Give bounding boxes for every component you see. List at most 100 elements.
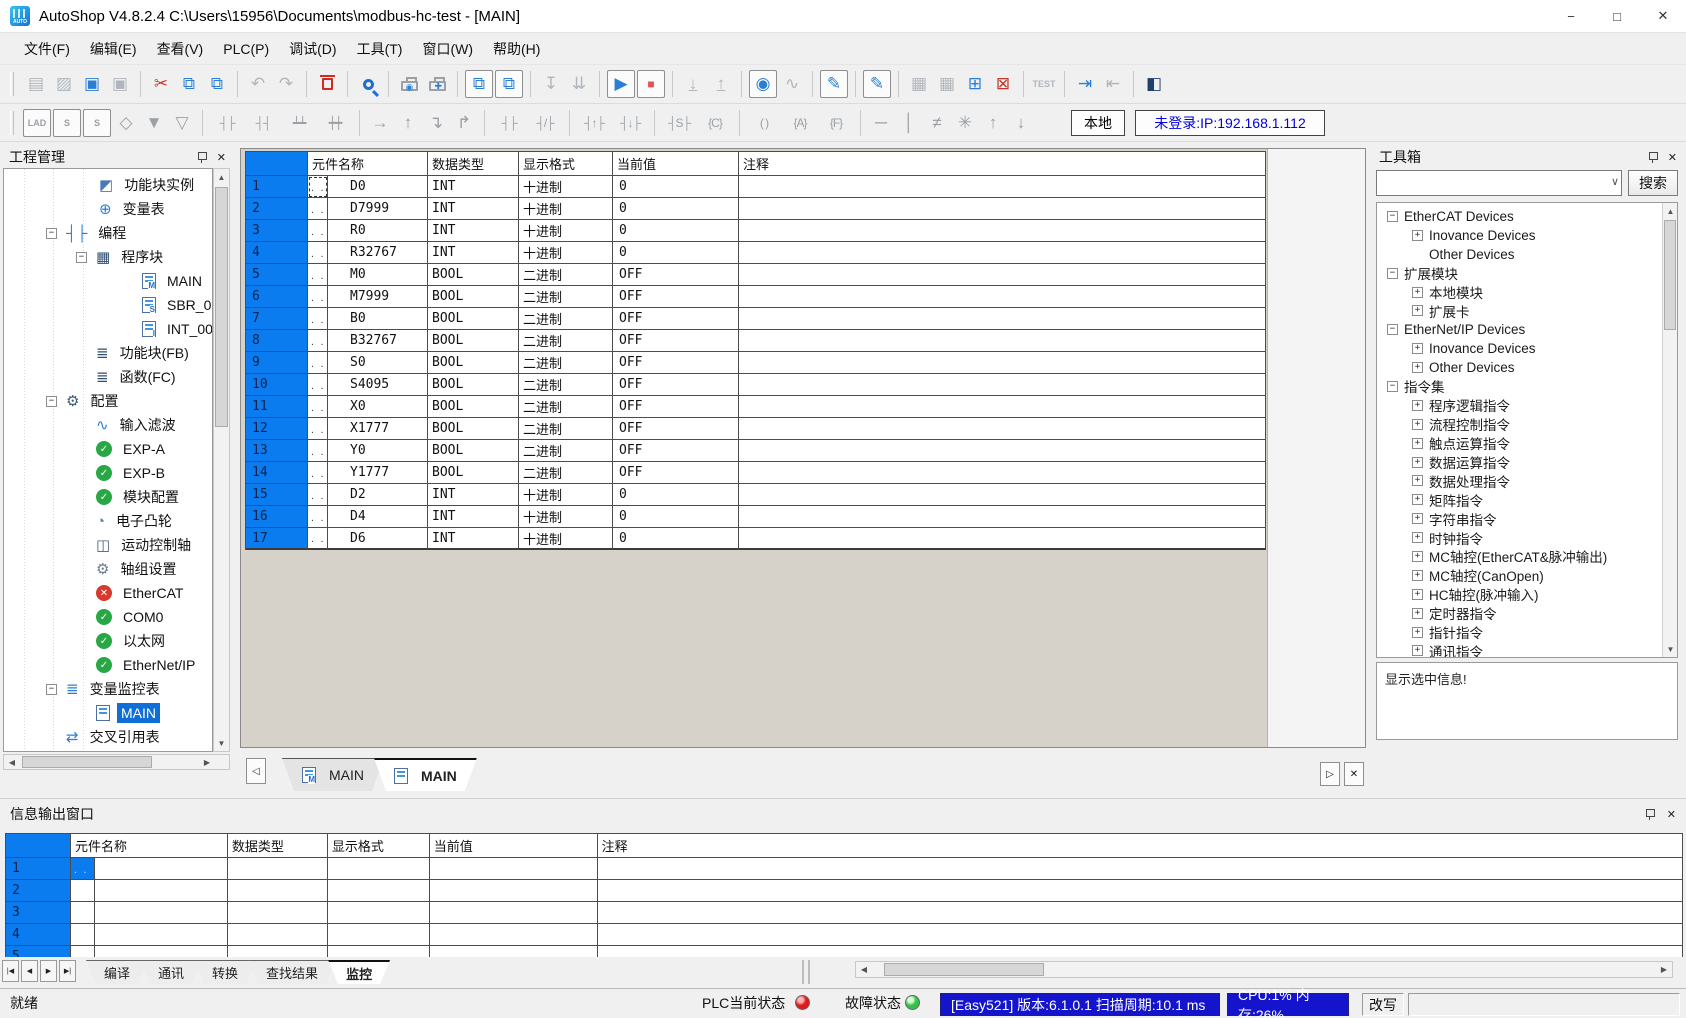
row-number-cell[interactable]: 4 [6,924,71,946]
row-edit-button[interactable] [71,946,95,957]
expander-plus-icon[interactable]: + [1412,608,1423,619]
local-mode-button[interactable]: 本地 [1071,110,1125,136]
element-name-cell[interactable]: X0 [328,396,428,418]
usb-test-button[interactable]: TEST [1030,70,1058,98]
nav-next-icon[interactable]: ▶ [40,960,57,982]
current-value-cell[interactable]: 0 [613,198,739,220]
write-mode-button[interactable]: ✎ [820,70,848,98]
line-corner-up-button[interactable]: ↱ [450,109,478,137]
row-number-cell[interactable]: 5 [6,946,71,957]
display-format-cell[interactable]: 二进制 [519,374,613,396]
row-number-cell[interactable]: 6 [246,286,308,308]
comment-cell[interactable] [739,484,1266,506]
row-number-cell[interactable]: 12 [246,418,308,440]
data-type-cell[interactable]: BOOL [428,418,519,440]
toolbox-tree-item[interactable]: +通讯指令 [1377,641,1660,658]
current-value-cell[interactable]: OFF [613,308,739,330]
delete-button[interactable] [313,70,341,98]
project-tree-vscrollbar[interactable]: ▲ ▼ [213,168,230,752]
ins-hline-button[interactable]: ─ [867,109,895,137]
row-number-cell[interactable]: 15 [246,484,308,506]
current-value-cell[interactable]: OFF [613,396,739,418]
comment-cell[interactable] [739,308,1266,330]
toolbox-tree-item[interactable]: Other Devices [1377,245,1660,264]
data-type-cell[interactable]: INT [428,506,519,528]
row-number-cell[interactable]: 16 [246,506,308,528]
output-tab[interactable]: 通讯 [140,960,202,984]
toolbox-tree-item[interactable]: −扩展模块 [1377,264,1660,283]
expander-plus-icon[interactable]: + [1412,400,1423,411]
expander-minus-icon[interactable]: − [1387,268,1398,279]
redo-button[interactable]: ↷ [272,70,300,98]
logout-button[interactable]: ⇤ [1099,70,1127,98]
display-format-cell[interactable]: 十进制 [519,198,613,220]
expander-plus-icon[interactable]: + [1412,438,1423,449]
toolbar-grip[interactable] [10,111,14,135]
tree-item[interactable]: −⚙配置 [4,389,212,413]
expander-plus-icon[interactable]: + [1412,419,1423,430]
expander-plus-icon[interactable]: + [1412,343,1423,354]
row-number-cell[interactable]: 8 [246,330,308,352]
expander-plus-icon[interactable]: + [1412,475,1423,486]
comment-cell[interactable] [739,220,1266,242]
splitter-handle[interactable] [802,960,810,984]
expander-minus-icon[interactable]: − [46,684,57,695]
display-format-cell[interactable]: 二进制 [519,308,613,330]
data-type-cell[interactable] [228,880,328,902]
edit-mode-button[interactable]: ✎ [863,70,891,98]
tree-item[interactable]: ⇄交叉引用表 [4,725,212,749]
toolbox-tree-item[interactable]: +Inovance Devices [1377,226,1660,245]
expander-plus-icon[interactable]: + [1412,589,1423,600]
expander-minus-icon[interactable]: − [46,228,57,239]
project-tree-hscrollbar[interactable]: ◀ ▶ [3,754,230,770]
toolbox-tree-item[interactable]: +字符串指令 [1377,509,1660,528]
pin-icon[interactable] [196,151,207,164]
print-preview-button[interactable] [395,70,423,98]
comment-cell[interactable] [739,528,1266,550]
comment-cell[interactable] [739,176,1266,198]
save-all-button[interactable]: ▣ [106,70,134,98]
comment-cell[interactable] [598,946,1683,957]
row-number-cell[interactable]: 11 [246,396,308,418]
output-tab[interactable]: 编译 [86,960,148,984]
row-edit-button[interactable]: . . . [308,308,328,330]
tree-item[interactable]: −▦程序块 [4,245,212,269]
cut-button[interactable]: ✂ [147,70,175,98]
element-name-cell[interactable]: D0 [328,176,428,198]
maximize-button[interactable]: □ [1594,0,1640,32]
row-edit-button[interactable] [71,880,95,902]
display-format-cell[interactable] [328,858,430,880]
tree-item[interactable]: ✓EXP-B [4,461,212,485]
lad-view-button[interactable]: LAD [23,109,51,137]
output-hscrollbar[interactable]: ◀ ▶ [855,961,1673,978]
panel-close-icon[interactable]: ✕ [1668,151,1677,164]
row-number-cell[interactable]: 14 [246,462,308,484]
current-value-cell[interactable]: 0 [613,242,739,264]
toolbox-tree-item[interactable]: +扩展卡 [1377,301,1660,320]
element-name-cell[interactable] [95,858,228,880]
down-arrow-filled-button[interactable]: ▼ [140,109,168,137]
expander-plus-icon[interactable]: + [1412,287,1423,298]
tab-close-button[interactable]: ✕ [1344,762,1364,786]
tree-item[interactable]: ◫运动控制轴 [4,533,212,557]
display-format-cell[interactable]: 十进制 [519,242,613,264]
data-type-cell[interactable]: INT [428,220,519,242]
scroll-down-icon[interactable]: ▼ [1663,641,1678,657]
row-edit-button[interactable]: . . . [71,858,95,880]
comment-cell[interactable] [739,506,1266,528]
row-number-cell[interactable]: 1 [6,858,71,880]
row-edit-button[interactable]: . . . [308,330,328,352]
data-type-cell[interactable]: BOOL [428,374,519,396]
pin-icon[interactable] [1644,808,1655,821]
display-format-cell[interactable] [328,880,430,902]
row-edit-button[interactable]: . . . [308,396,328,418]
expander-minus-icon[interactable]: − [46,396,57,407]
current-value-cell[interactable]: OFF [613,286,739,308]
element-name-cell[interactable] [95,880,228,902]
scrollbar-thumb[interactable] [1664,220,1676,330]
element-name-cell[interactable]: M0 [328,264,428,286]
save-button[interactable]: ▣ [78,70,106,98]
toolbox-tree-item[interactable]: +流程控制指令 [1377,415,1660,434]
down-arrow-button[interactable]: ▽ [168,109,196,137]
element-name-cell[interactable] [95,924,228,946]
